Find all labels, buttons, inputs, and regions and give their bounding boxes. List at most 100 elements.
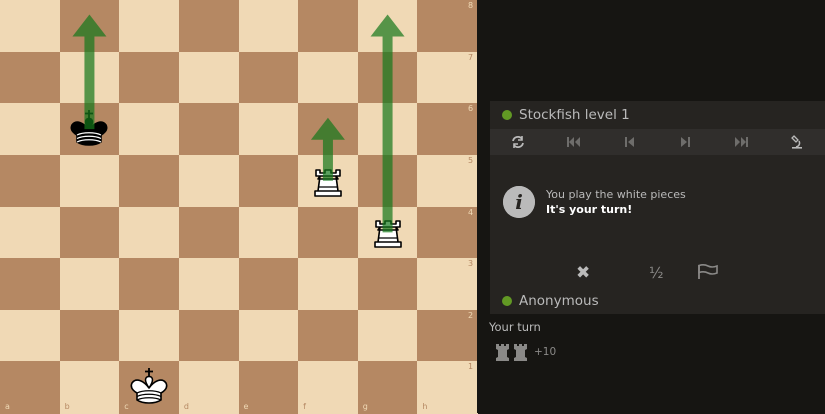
square-g3[interactable]	[357, 258, 418, 311]
rank-label: 1	[468, 362, 474, 372]
square-g5[interactable]	[357, 154, 418, 207]
square-c3[interactable]	[119, 258, 180, 311]
flip-board-button[interactable]	[490, 129, 546, 155]
next-move-button[interactable]	[657, 129, 713, 155]
square-d8[interactable]	[178, 0, 239, 53]
file-label: f	[303, 402, 306, 411]
flag-icon	[698, 264, 718, 279]
move-controls	[490, 129, 825, 155]
white-king-piece[interactable]	[124, 362, 174, 412]
file-label: h	[422, 402, 428, 411]
flip-icon	[512, 136, 524, 148]
square-d6[interactable]	[178, 103, 239, 156]
square-c6[interactable]	[119, 103, 180, 156]
rank-label: 4	[468, 207, 474, 217]
draw-icon: ½	[649, 264, 664, 282]
square-d5[interactable]	[178, 154, 239, 207]
white-rook-piece[interactable]	[303, 156, 353, 206]
square-g7[interactable]	[357, 51, 418, 104]
square-f4[interactable]	[298, 206, 359, 259]
game-message-area: i You play the white pieces It's your tu…	[490, 155, 825, 287]
square-a4[interactable]	[0, 206, 61, 259]
square-g6[interactable]	[357, 103, 418, 156]
square-c4[interactable]	[119, 206, 180, 259]
rank-label: 8	[468, 1, 474, 10]
square-f2[interactable]	[298, 309, 359, 362]
rook-icon	[496, 344, 509, 361]
square-d7[interactable]	[178, 51, 239, 104]
square-c2[interactable]	[119, 309, 180, 362]
first-move-button[interactable]	[546, 129, 602, 155]
message-text: You play the white pieces	[546, 188, 686, 201]
square-a3[interactable]	[0, 258, 61, 311]
black-king-piece[interactable]	[64, 104, 114, 154]
file-label: g	[362, 402, 368, 411]
white-rook-piece[interactable]	[363, 207, 413, 257]
square-b4[interactable]	[59, 206, 120, 259]
prev-move-button[interactable]	[602, 129, 658, 155]
square-d4[interactable]	[178, 206, 239, 259]
opponent-name[interactable]: Stockfish level 1	[519, 107, 630, 123]
rank-label: 3	[468, 259, 474, 269]
square-a2[interactable]	[0, 309, 61, 362]
square-f3[interactable]	[298, 258, 359, 311]
square-e8[interactable]	[238, 0, 299, 53]
square-f7[interactable]	[298, 51, 359, 104]
next-icon	[681, 137, 691, 147]
square-e2[interactable]	[238, 309, 299, 362]
square-e5[interactable]	[238, 154, 299, 207]
player-bar: Anonymous	[490, 287, 825, 314]
svg-text:i: i	[515, 190, 523, 214]
square-e3[interactable]	[238, 258, 299, 311]
square-a8[interactable]	[0, 0, 61, 53]
opponent-bar: Stockfish level 1	[490, 101, 825, 129]
microscope-icon	[791, 135, 803, 149]
online-status-dot	[502, 295, 512, 306]
square-d3[interactable]	[178, 258, 239, 311]
game-actions: ✖ ½	[490, 263, 825, 283]
square-f8[interactable]	[298, 0, 359, 53]
prev-icon	[624, 137, 634, 147]
abort-icon: ✖	[576, 263, 591, 283]
rank-label: 2	[468, 310, 474, 320]
offer-draw-button[interactable]: ½	[649, 264, 664, 282]
square-b8[interactable]	[59, 0, 120, 53]
square-g8[interactable]	[357, 0, 418, 53]
square-b5[interactable]	[59, 154, 120, 207]
square-b2[interactable]	[59, 309, 120, 362]
chess-board[interactable]: 87654321abcdefgh	[0, 0, 478, 414]
square-e7[interactable]	[238, 51, 299, 104]
square-c5[interactable]	[119, 154, 180, 207]
square-a6[interactable]	[0, 103, 61, 156]
square-c7[interactable]	[119, 51, 180, 104]
square-a5[interactable]	[0, 154, 61, 207]
analysis-button[interactable]	[769, 129, 825, 155]
abort-button[interactable]: ✖	[576, 263, 590, 283]
file-label: a	[5, 402, 10, 411]
rank-label: 6	[468, 104, 474, 114]
last-move-button[interactable]	[713, 129, 769, 155]
first-icon	[566, 137, 580, 147]
player-name[interactable]: Anonymous	[519, 293, 599, 309]
rank-label: 5	[468, 155, 474, 165]
square-f6[interactable]	[298, 103, 359, 156]
your-turn-label: Your turn	[489, 320, 541, 334]
rook-icon	[514, 344, 527, 361]
square-f1[interactable]	[298, 361, 359, 414]
square-g2[interactable]	[357, 309, 418, 362]
square-e6[interactable]	[238, 103, 299, 156]
square-b7[interactable]	[59, 51, 120, 104]
material-advantage: +10	[494, 342, 556, 362]
resign-button[interactable]	[697, 264, 719, 284]
last-icon	[735, 137, 749, 147]
square-a7[interactable]	[0, 51, 61, 104]
square-e4[interactable]	[238, 206, 299, 259]
game-panel: Stockfish level 1 i You play the white p…	[477, 0, 825, 413]
rank-label: 7	[468, 52, 474, 62]
file-label: d	[183, 402, 189, 411]
material-score: +10	[534, 346, 557, 358]
square-d2[interactable]	[178, 309, 239, 362]
square-b3[interactable]	[59, 258, 120, 311]
square-c8[interactable]	[119, 0, 180, 53]
online-status-dot	[502, 110, 512, 120]
